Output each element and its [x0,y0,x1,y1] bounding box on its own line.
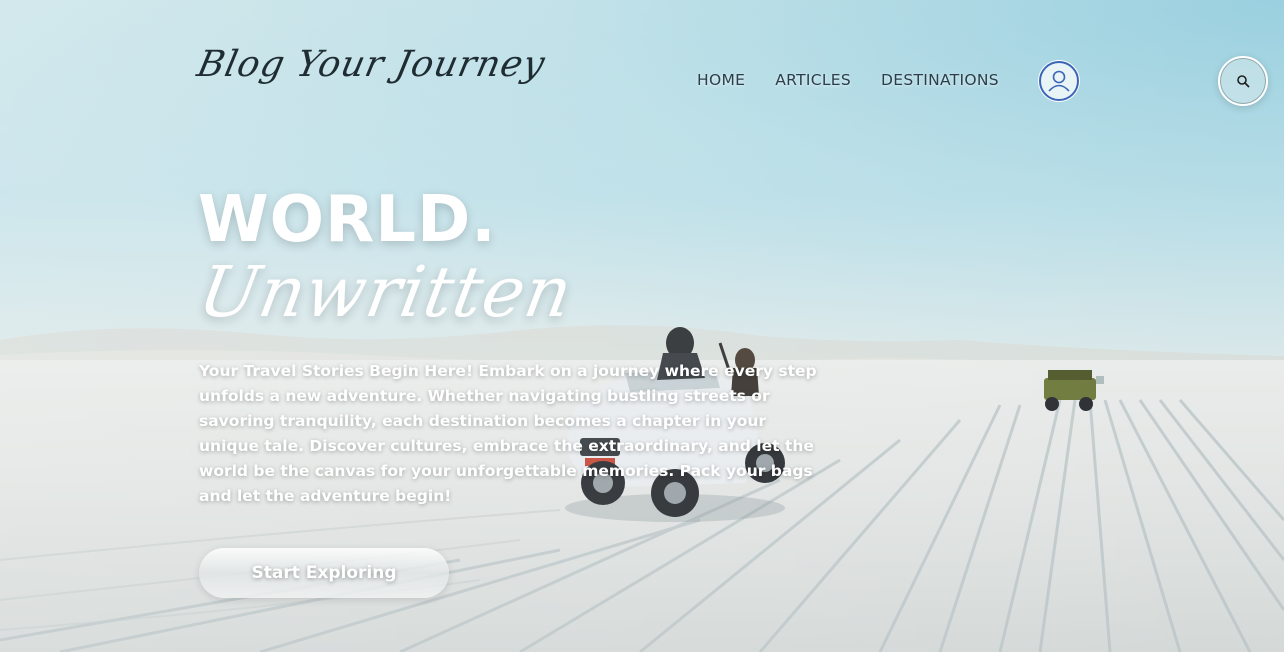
nav-home[interactable]: HOME [697,71,745,89]
hero-description: Your Travel Stories Begin Here! Embark o… [199,362,817,505]
search-icon [1237,75,1250,88]
hero-subheadline: Unwritten [192,251,579,333]
search-button[interactable] [1218,56,1268,106]
hero-headline: WORLD. [198,183,497,257]
site-logo[interactable]: Blog Your Journey [194,44,549,85]
hero-section: Blog Your Journey HOME ARTICLES DESTINAT… [0,0,1284,652]
overlay [0,0,1284,652]
profile-button[interactable] [1039,61,1079,101]
nav-articles[interactable]: ARTICLES [775,71,851,89]
main-nav: HOME ARTICLES DESTINATIONS [697,71,999,89]
start-exploring-button[interactable]: Start Exploring [199,548,449,598]
user-icon [1048,70,1070,92]
nav-destinations[interactable]: DESTINATIONS [881,71,999,89]
